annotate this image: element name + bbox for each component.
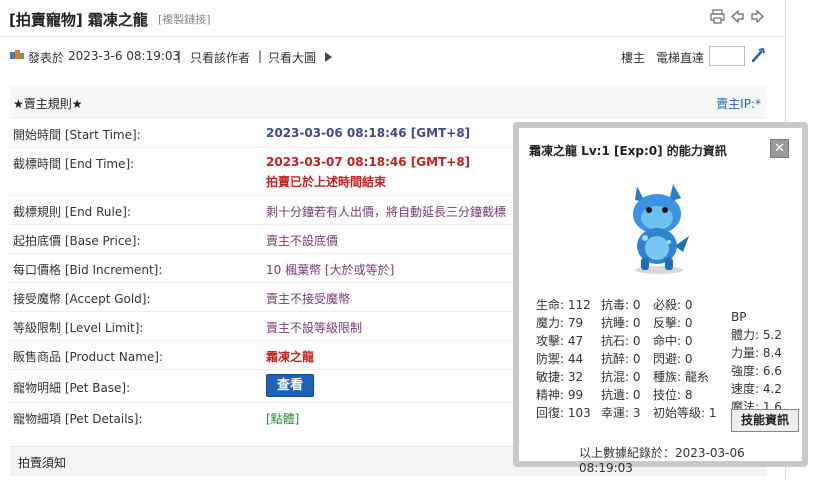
row-label: 起拍底價 [Base Price]: [13, 234, 141, 248]
stat-hp: 生命: 112 [536, 298, 591, 312]
bid-increment-value: 10 楓葉幣 [大於或等於] [266, 263, 395, 277]
next-thread-icon[interactable] [750, 9, 765, 24]
separator: | [258, 49, 263, 63]
bp-label: BP [731, 310, 747, 324]
stat-agility: 敏捷: 32 [536, 370, 584, 384]
base-price-value: 賣主不設底價 [266, 234, 339, 248]
stat-drunk-resist: 抗醉: 0 [601, 352, 641, 366]
print-icon[interactable] [710, 9, 725, 24]
bp-toughness: 強度: 6.6 [731, 364, 782, 378]
stat-stone-resist: 抗石: 0 [601, 334, 641, 348]
row-label: 截標規則 [End Rule]: [13, 205, 131, 219]
row-label: 寵物明細 [Pet Base]: [13, 381, 131, 395]
stat-poison-resist: 抗毒: 0 [601, 298, 641, 312]
jump-go-icon[interactable] [750, 47, 766, 66]
stat-luck: 幸運: 3 [601, 406, 641, 420]
stat-race: 種族: 龍糸 [653, 370, 709, 384]
bp-speed: 速度: 4.2 [731, 382, 782, 396]
separator: | [177, 49, 182, 63]
copy-link-button[interactable]: [複製鏈接] [158, 11, 211, 27]
online-status-icon [9, 48, 25, 65]
stat-dodge: 閃避: 0 [653, 352, 693, 366]
elevator-label: 電梯直達 [656, 51, 705, 65]
stat-recovery: 回復: 103 [536, 406, 591, 420]
seller-ip: 賣主IP:* [716, 97, 761, 111]
row-label: 寵物細項 [Pet Details]: [13, 412, 143, 426]
rules-title: ★賣主規則★ [13, 97, 83, 111]
popup-record-time: 以上數據紀錄於：2023-03-06 08:19:03 [579, 446, 745, 475]
play-icon[interactable] [325, 51, 332, 65]
row-label: 每口價格 [Bid Increment]: [13, 263, 163, 277]
post-meta-bar: 發表於 2023-3-6 08:19:03 | 只看該作者 | 只看大圖 樓主 … [0, 38, 785, 76]
stat-attack: 攻擊: 47 [536, 334, 584, 348]
stat-spirit: 精神: 99 [536, 388, 584, 402]
thread-title-bar: [拍賣寵物] 霜凍之龍 [複製鏈接] [0, 0, 785, 37]
stat-defense: 防禦: 44 [536, 352, 584, 366]
floor-jump-input[interactable] [709, 46, 745, 66]
stat-initial-level: 初始等級: 1 [653, 406, 717, 420]
rules-header: ★賣主規則★ 賣主IP:* [10, 86, 767, 118]
row-label: 販售商品 [Product Name]: [13, 350, 164, 364]
row-label: 接受魔幣 [Accept Gold]: [13, 292, 151, 306]
pet-image [623, 180, 693, 276]
pet-details-link[interactable]: [點體] [266, 410, 299, 427]
title-actions [710, 9, 765, 24]
view-pet-button[interactable]: 查看 [266, 374, 314, 397]
stat-accuracy: 命中: 0 [653, 334, 693, 348]
floor-owner-label: 樓主 [621, 51, 646, 65]
row-label: 截標時間 [End Time]: [13, 157, 135, 171]
end-time-value: 2023-03-07 08:18:46 [GMT+8] [266, 155, 471, 169]
stat-critical: 必殺: 0 [653, 298, 693, 312]
accept-gold-value: 賣主不接受魔幣 [266, 292, 351, 306]
bp-strength: 力量: 8.4 [731, 346, 782, 360]
start-time-value: 2023-03-06 08:18:46 [GMT+8] [266, 126, 471, 140]
stat-confusion-resist: 抗混: 0 [601, 370, 641, 384]
author-only-link[interactable]: 只看該作者 [190, 49, 250, 66]
stats-column-3: 必殺: 0 反擊: 0 命中: 0 閃避: 0 種族: 龍糸 技位: 8 初始等… [653, 296, 717, 422]
product-name-value: 霜凍之龍 [266, 350, 315, 364]
close-button[interactable]: ✕ [770, 139, 789, 158]
stats-column-1: 生命: 112 魔力: 79 攻擊: 47 防禦: 44 敏捷: 32 精神: … [536, 296, 591, 422]
posted-time: 2023-3-6 08:19:03 [68, 49, 181, 63]
pet-stats-popup: 霜凍之龍 Lv:1 [Exp:0] 的能力資訊 ✕ 生命: 112 魔力: 79… [513, 122, 808, 475]
thread-title: [拍賣寵物] 霜凍之龍 [9, 11, 148, 29]
stat-skill-slots: 技位: 8 [653, 388, 693, 402]
row-label: 等級限制 [Level Limit]: [13, 321, 144, 335]
bp-column: BP 體力: 5.2 力量: 8.4 強度: 6.6 速度: 4.2 魔法: 1… [731, 308, 782, 416]
level-limit-value: 賣主不設等級限制 [266, 321, 363, 335]
stat-forget-resist: 抗遺: 0 [601, 388, 641, 402]
auction-rules-table: ★賣主規則★ 賣主IP:* 開始時間 [Start Time]: 2023-03… [10, 86, 767, 426]
popup-body: 霜凍之龍 Lv:1 [Exp:0] 的能力資訊 ✕ 生命: 112 魔力: 79… [519, 128, 802, 475]
big-image-link[interactable]: 只看大圖 [268, 49, 316, 66]
skill-info-button[interactable]: 技能資訊 [731, 409, 799, 432]
end-rule-value: 剩十分鐘若有人出價，將自動延長三分鐘截標 [266, 205, 507, 219]
row-label: 開始時間 [Start Time]: [13, 128, 141, 142]
stat-mp: 魔力: 79 [536, 316, 584, 330]
auction-notice-title: 拍賣須知 [18, 456, 67, 470]
bp-vitality: 體力: 5.2 [731, 328, 782, 342]
previous-thread-icon[interactable] [730, 9, 745, 24]
popup-title: 霜凍之龍 Lv:1 [Exp:0] 的能力資訊 [529, 144, 727, 158]
stat-sleep-resist: 抗睡: 0 [601, 316, 641, 330]
auction-ended-note: 拍賣已於上述時間結束 [266, 175, 387, 189]
posted-label: 發表於 [28, 51, 65, 65]
stat-counter: 反擊: 0 [653, 316, 693, 330]
stats-column-2: 抗毒: 0 抗睡: 0 抗石: 0 抗醉: 0 抗混: 0 抗遺: 0 幸運: … [601, 296, 641, 422]
